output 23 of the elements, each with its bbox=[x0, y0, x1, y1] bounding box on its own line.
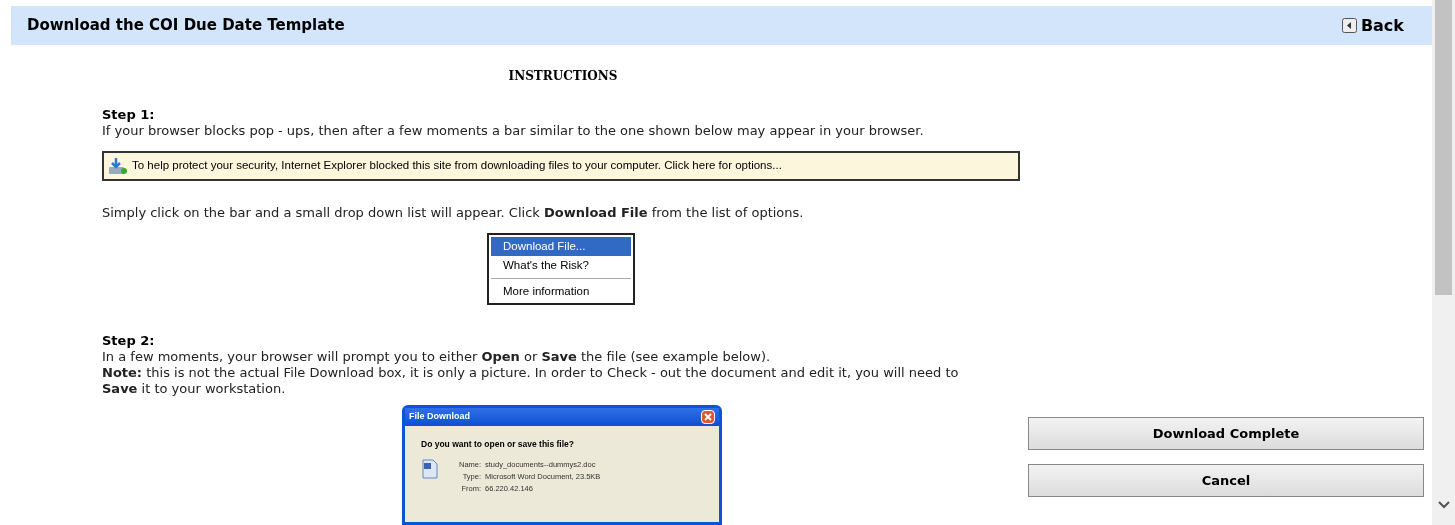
close-icon[interactable] bbox=[701, 410, 715, 424]
instruction-text: Simply click on the bar and a small drop down list will appear. Click Download File from the list of options. bbox=[102, 205, 805, 221]
dialog-title: File Download bbox=[409, 410, 470, 424]
scrollbar-thumb[interactable] bbox=[1435, 0, 1452, 295]
instruction-text: In a few moments, your browser will prompt you to either Open or Save the file (see example below). bbox=[102, 349, 772, 365]
instruction-text: Note: this is not the actual File Download box, it is only a picture. In order to Check - out the document and edit it, you will need to Save it to your workstation. bbox=[102, 365, 960, 397]
download-complete-button[interactable]: Download Complete bbox=[1028, 417, 1424, 450]
document-icon bbox=[421, 458, 439, 479]
instruction-text: If your browser blocks pop - ups, then after a few moments a bar similar to the one shown below may appear in your browser. bbox=[102, 123, 925, 139]
page-title: Download the COI Due Date Template bbox=[27, 15, 345, 37]
step-heading: Step 2: bbox=[102, 333, 155, 349]
down-chevron-icon[interactable] bbox=[1437, 501, 1450, 509]
step-heading: Step 1: bbox=[102, 107, 155, 123]
instructions-heading: INSTRUCTIONS bbox=[508, 68, 618, 85]
download-icon bbox=[108, 157, 128, 175]
menu-item[interactable]: What's the Risk? bbox=[491, 256, 631, 279]
dialog-question: Do you want to open or save this file? bbox=[420, 438, 576, 451]
back-button[interactable]: Back bbox=[1341, 13, 1404, 38]
scrollbar[interactable] bbox=[1432, 0, 1455, 525]
cancel-button[interactable]: Cancel bbox=[1028, 464, 1424, 497]
menu-item[interactable]: Download File... bbox=[491, 237, 631, 256]
menu-item[interactable]: More information bbox=[491, 282, 631, 301]
infobar-text: To help protect your security, Internet Explorer blocked this site from downloading files to your computer. Click here for options... bbox=[132, 158, 782, 174]
